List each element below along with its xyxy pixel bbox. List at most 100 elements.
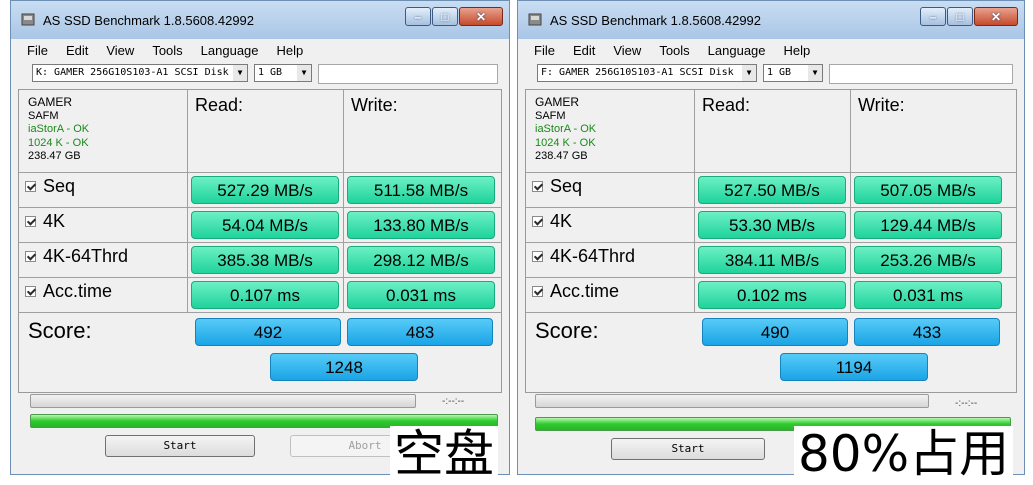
menu-language[interactable]: Language [699,42,775,60]
menu-file[interactable]: File [525,42,564,60]
acctime-checkbox-row[interactable]: Acc.time [25,281,112,302]
drive-capacity: 238.47 GB [535,150,588,162]
menu-edit[interactable]: Edit [57,42,97,60]
divider [19,242,501,243]
4k64-checkbox-row[interactable]: 4K-64Thrd [532,246,635,267]
drive-name: GAMER [535,95,580,109]
menu-bar: File Edit View Tools Language Help [525,42,819,60]
read-header: Read: [195,95,244,115]
chevron-down-icon: ▼ [233,65,247,81]
caption-empty-disk: 空盘 [390,426,498,482]
checkbox[interactable] [532,251,543,262]
seq-write-value: 507.05 MB/s [854,176,1002,204]
acctime-checkbox-row[interactable]: Acc.time [532,281,619,302]
chevron-down-icon: ▼ [297,65,311,81]
4k-checkbox-row[interactable]: 4K [532,211,572,232]
drive-capacity: 238.47 GB [28,150,81,162]
benchmark-window-right: AS SSD Benchmark 1.8.5608.42992 – □ ✕ Fi… [517,0,1025,475]
checkbox[interactable] [532,216,543,227]
score-total: 1248 [270,353,418,381]
start-button[interactable]: Start [611,438,765,460]
chevron-down-icon: ▼ [742,65,756,81]
size-select-value: 1 GB [258,67,283,78]
menu-edit[interactable]: Edit [564,42,604,60]
start-button[interactable]: Start [105,435,255,457]
driver-status: iaStorA - OK [28,123,90,135]
menu-view[interactable]: View [97,42,143,60]
row-label-seq: Seq [550,176,583,196]
close-button[interactable]: ✕ [459,7,503,26]
divider [19,312,501,313]
drive-firmware: SAFM [28,109,59,122]
checkbox[interactable] [532,286,543,297]
checkbox[interactable] [532,181,543,192]
write-header: Write: [351,95,398,115]
window-title: AS SSD Benchmark 1.8.5608.42992 [43,13,255,28]
caption-80-percent-used: 80%占用 [794,426,1014,482]
maximize-button[interactable]: □ [947,7,973,26]
drive-firmware: SAFM [535,109,566,122]
divider [526,172,1016,173]
title-bar[interactable]: AS SSD Benchmark 1.8.5608.42992 – □ ✕ [518,1,1024,39]
drive-select-value: F: GAMER 256G10S103-A1 SCSI Disk [541,67,734,78]
divider [19,207,501,208]
size-select[interactable]: 1 GB ▼ [763,64,823,82]
drive-select[interactable]: K: GAMER 256G10S103-A1 SCSI Disk ▼ [32,64,248,82]
score-read: 492 [195,318,341,346]
alignment-status: 1024 K - OK [28,136,89,149]
result-name-input[interactable] [318,64,498,84]
divider [19,172,501,173]
progress-bar [535,394,929,408]
result-name-input[interactable] [829,64,1013,84]
drive-name: GAMER [28,95,73,109]
seq-checkbox-row[interactable]: Seq [25,176,75,197]
size-select-value: 1 GB [767,67,792,78]
alignment-status: 1024 K - OK [535,136,596,149]
checkbox[interactable] [25,251,36,262]
4k-read-value: 53.30 MB/s [698,211,846,239]
menu-bar: File Edit View Tools Language Help [18,42,312,60]
menu-help[interactable]: Help [268,42,313,60]
close-button[interactable]: ✕ [974,7,1018,26]
seq-checkbox-row[interactable]: Seq [532,176,582,197]
score-label: Score: [28,318,92,343]
elapsed-time: -:--:-- [442,396,465,407]
driver-status: iaStorA - OK [535,123,597,135]
read-header: Read: [702,95,751,115]
4k-write-value: 133.80 MB/s [347,211,495,239]
menu-file[interactable]: File [18,42,57,60]
drive-info: GAMER SAFM iaStorA - OK 1024 K - OK 238.… [28,95,90,164]
drive-select-value: K: GAMER 256G10S103-A1 SCSI Disk [36,67,229,78]
row-label-4k64: 4K-64Thrd [550,246,636,266]
results-panel: GAMER SAFM iaStorA - OK 1024 K - OK 238.… [525,89,1017,393]
title-bar[interactable]: AS SSD Benchmark 1.8.5608.42992 – □ ✕ [11,1,509,39]
row-label-4k64: 4K-64Thrd [43,246,129,266]
menu-tools[interactable]: Tools [143,42,191,60]
divider [694,90,695,312]
menu-tools[interactable]: Tools [650,42,698,60]
size-select[interactable]: 1 GB ▼ [254,64,312,82]
score-total: 1194 [780,353,928,381]
divider [526,312,1016,313]
4k64-write-value: 253.26 MB/s [854,246,1002,274]
maximize-button[interactable]: □ [432,7,458,26]
acctime-read-value: 0.102 ms [698,281,846,309]
app-icon [21,13,35,26]
checkbox[interactable] [25,216,36,227]
drive-select[interactable]: F: GAMER 256G10S103-A1 SCSI Disk ▼ [537,64,757,82]
minimize-button[interactable]: – [920,7,946,26]
acctime-write-value: 0.031 ms [854,281,1002,309]
app-icon [528,13,542,26]
checkbox[interactable] [25,181,36,192]
divider [19,277,501,278]
menu-view[interactable]: View [604,42,650,60]
menu-help[interactable]: Help [775,42,820,60]
checkbox[interactable] [25,286,36,297]
menu-language[interactable]: Language [192,42,268,60]
4k64-checkbox-row[interactable]: 4K-64Thrd [25,246,128,267]
acctime-read-value: 0.107 ms [191,281,339,309]
minimize-button[interactable]: – [405,7,431,26]
4k-checkbox-row[interactable]: 4K [25,211,65,232]
row-label-4k: 4K [43,211,66,231]
divider [187,90,188,312]
